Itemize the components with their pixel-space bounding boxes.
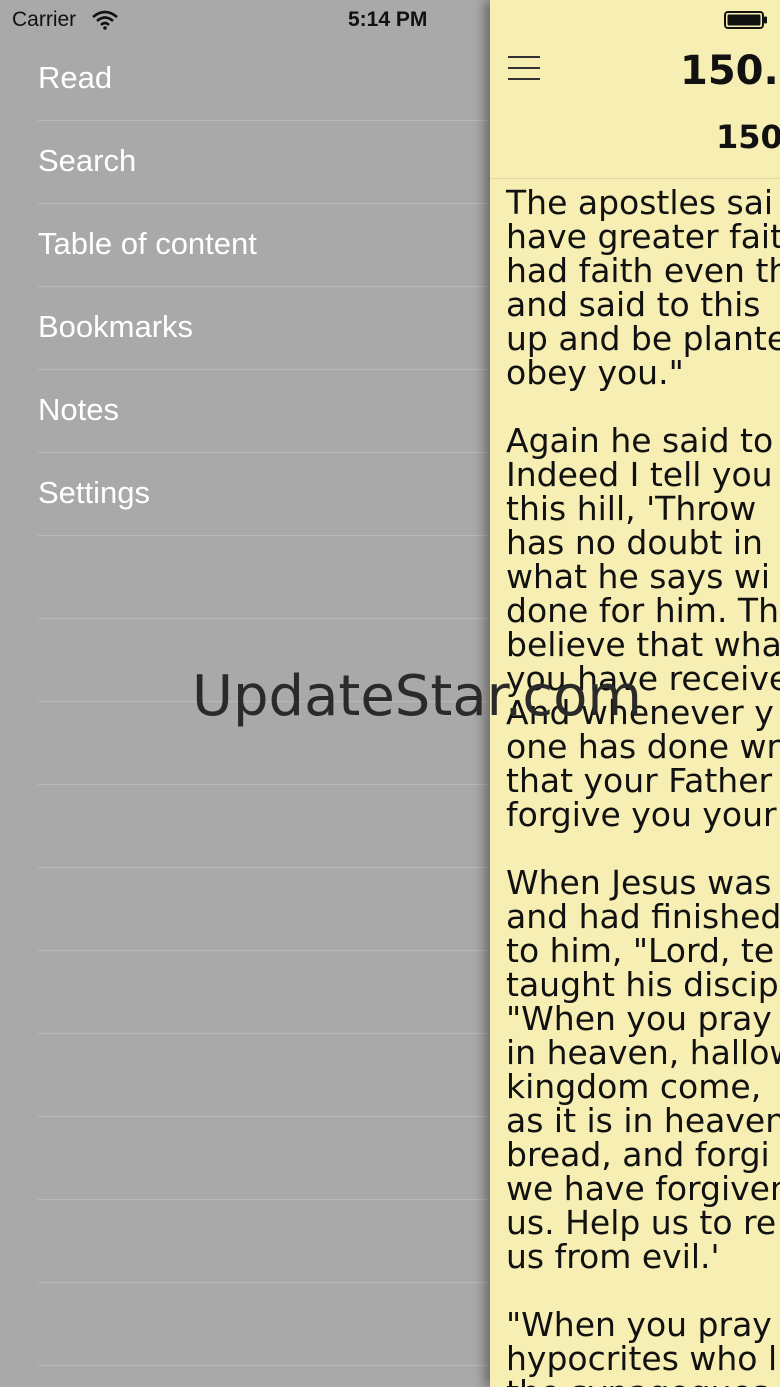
menu-item-label: Notes (38, 392, 119, 427)
empty-menu-row (0, 1117, 490, 1200)
menu-item-label: Bookmarks (38, 309, 194, 344)
menu-item-table-of-content[interactable]: Table of content (0, 204, 490, 287)
empty-menu-row (0, 868, 490, 951)
reading-panel[interactable]: 150. 150 The apostles sai have greater f… (490, 0, 780, 1387)
carrier-label: Carrier (12, 8, 77, 31)
menu-list: Read Search Table of content Bookmarks N… (0, 38, 490, 1366)
chapter-text: The apostles sai have greater fait had f… (506, 186, 780, 1387)
hamburger-menu-icon[interactable] (508, 56, 540, 82)
paragraph: Again he said to Indeed I tell you this … (506, 421, 780, 834)
paragraph: The apostles sai have greater fait had f… (506, 183, 780, 392)
menu-item-label: Table of content (38, 226, 257, 261)
empty-menu-row (0, 785, 490, 868)
menu-item-settings[interactable]: Settings (0, 453, 490, 536)
menu-item-label: Read (38, 60, 113, 95)
empty-menu-row (0, 1200, 490, 1283)
side-menu: Carrier 5:14 PM Read Search Table of con… (0, 0, 490, 1387)
menu-item-label: Settings (38, 475, 151, 510)
empty-menu-row (0, 1034, 490, 1117)
empty-menu-row (0, 702, 490, 785)
divider (38, 1365, 490, 1366)
empty-menu-row (0, 619, 490, 702)
menu-item-read[interactable]: Read (0, 38, 490, 121)
menu-item-search[interactable]: Search (0, 121, 490, 204)
paragraph: "When you pray hypocrites who l the syna… (506, 1305, 778, 1387)
chapter-title: 150. (680, 48, 779, 94)
menu-item-bookmarks[interactable]: Bookmarks (0, 287, 490, 370)
clock: 5:14 PM (348, 8, 428, 31)
empty-menu-row (0, 536, 490, 619)
status-bar: Carrier 5:14 PM (0, 0, 490, 40)
empty-menu-row (0, 1283, 490, 1366)
wifi-icon (92, 10, 118, 30)
chapter-subtitle: 150 (716, 118, 780, 156)
paragraph: When Jesus was and had finished to him, … (506, 863, 780, 1276)
menu-item-notes[interactable]: Notes (0, 370, 490, 453)
battery-icon (724, 11, 767, 29)
empty-menu-row (0, 951, 490, 1034)
header-divider (490, 178, 780, 179)
menu-item-label: Search (38, 143, 137, 178)
